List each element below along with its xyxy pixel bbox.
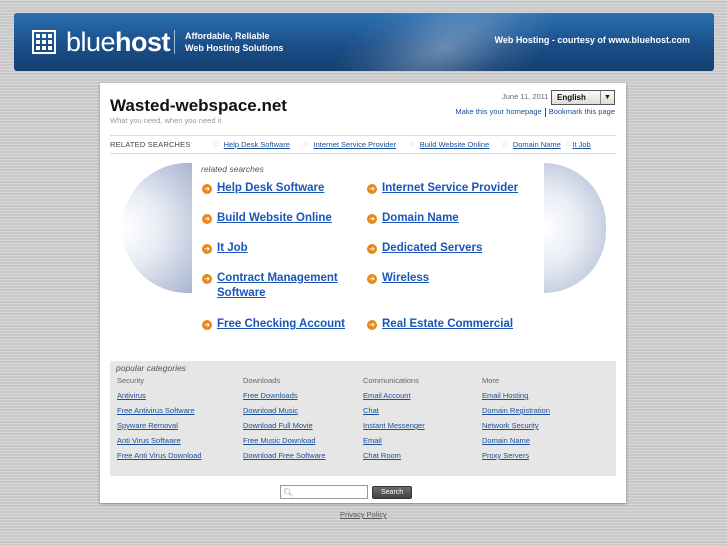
related-search-link[interactable]: Dedicated Servers — [382, 241, 482, 256]
related-searches-bar: RELATED SEARCHES □ Help Desk Software □ … — [110, 135, 616, 154]
category-link[interactable]: Chat — [363, 406, 425, 421]
category-link[interactable]: Download Music — [243, 406, 326, 421]
column-heading: More — [482, 376, 500, 385]
category-link[interactable]: Spyware Removal — [117, 421, 202, 436]
arrow-right-circle-icon: ➜ — [202, 274, 212, 284]
popular-categories: popular categories Security Antivirus Fr… — [110, 361, 616, 476]
category-link[interactable]: Free Music Download — [243, 436, 326, 451]
arrow-right-circle-icon: ➜ — [367, 184, 377, 194]
related-search-link[interactable]: Domain Name — [382, 211, 459, 226]
column-heading: Security — [117, 376, 145, 385]
popular-column-security: Security Antivirus Free Antivirus Softwa… — [117, 376, 202, 466]
language-value: English — [557, 93, 586, 102]
related-search-link[interactable]: Contract Management Software — [217, 271, 338, 301]
bluehost-logo[interactable]: bluehost — [32, 27, 171, 57]
category-link[interactable]: Email Hosting — [482, 391, 550, 406]
category-link[interactable]: Network Security — [482, 421, 550, 436]
related-search-item[interactable]: ➜ Contract Management Software — [202, 271, 338, 301]
date-text: June 11, 2011 — [502, 92, 549, 101]
arrow-right-circle-icon: ➜ — [202, 184, 212, 194]
category-link[interactable]: Antivirus — [117, 391, 202, 406]
related-bar-label: RELATED SEARCHES — [110, 140, 191, 149]
category-link[interactable]: Free Antivirus Software — [117, 406, 202, 421]
related-search-link[interactable]: Free Checking Account — [217, 317, 345, 332]
popular-column-downloads: Downloads Free Downloads Download Music … — [243, 376, 326, 466]
bluehost-banner: bluehost Affordable, Reliable Web Hostin… — [14, 13, 714, 71]
arrow-right-circle-icon: ➜ — [202, 244, 212, 254]
decorative-orb-left — [122, 163, 192, 293]
related-search-item[interactable]: ➜ Free Checking Account — [202, 317, 345, 332]
related-search-link[interactable]: Wireless — [382, 271, 429, 286]
related-search-item[interactable]: ➜ Build Website Online — [202, 211, 332, 226]
arrow-right-circle-icon: ➜ — [367, 214, 377, 224]
related-search-item[interactable]: ➜ It Job — [202, 241, 248, 256]
column-heading: Downloads — [243, 376, 281, 385]
related-search-link[interactable]: Internet Service Provider — [382, 181, 518, 196]
category-link[interactable]: Download Free Software — [243, 451, 326, 466]
bullet-icon: □ — [503, 141, 507, 148]
bullet-icon: □ — [410, 141, 414, 148]
tagline: Affordable, Reliable Web Hosting Solutio… — [174, 30, 283, 54]
arrow-right-circle-icon: ➜ — [367, 274, 377, 284]
related-search-item[interactable]: ➜ Real Estate Commercial — [367, 317, 513, 332]
dropdown-arrow-icon: ▼ — [600, 91, 614, 104]
category-link[interactable]: Download Full Movie — [243, 421, 326, 436]
magnifier-icon: 🔍︎ — [283, 487, 294, 497]
popular-column-communications: Communications Email Account Chat Instan… — [363, 376, 425, 466]
courtesy-text: Web Hosting - courtesy of www.bluehost.c… — [494, 35, 690, 45]
related-search-item[interactable]: ➜ Wireless — [367, 271, 429, 286]
search-button[interactable]: Search — [372, 485, 413, 499]
related-search-item[interactable]: ➜ Domain Name — [367, 211, 459, 226]
tagline-line1: Affordable, Reliable — [185, 31, 270, 41]
related-bar-link[interactable]: Build Website Online — [420, 140, 489, 149]
related-search-link[interactable]: Build Website Online — [217, 211, 332, 226]
popular-column-more: More Email Hosting Domain Registration N… — [482, 376, 550, 466]
category-link[interactable]: Anti Virus Software — [117, 436, 202, 451]
category-link[interactable]: Chat Room — [363, 451, 425, 466]
bullet-icon: □ — [566, 141, 571, 148]
related-search-item[interactable]: ➜ Help Desk Software — [202, 181, 324, 196]
site-title: Wasted-webspace.net — [110, 96, 287, 115]
category-link[interactable]: Email — [363, 436, 425, 451]
link-separator — [544, 107, 546, 117]
decorative-orb-right — [544, 163, 606, 293]
logo-grid-icon — [32, 30, 56, 54]
arrow-right-circle-icon: ➜ — [202, 320, 212, 330]
related-bar-link[interactable]: Internet Service Provider — [314, 140, 397, 149]
category-link[interactable]: Instant Messenger — [363, 421, 425, 436]
category-link[interactable]: Free Anti Virus Download — [117, 451, 202, 466]
related-search-item[interactable]: ➜ Dedicated Servers — [367, 241, 482, 256]
column-heading: Communications — [363, 376, 419, 385]
related-search-item[interactable]: ➜ Internet Service Provider — [367, 181, 518, 196]
privacy-policy-link[interactable]: Privacy Policy — [340, 510, 387, 519]
related-search-link[interactable]: Real Estate Commercial — [382, 317, 513, 332]
category-link[interactable]: Proxy Servers — [482, 451, 550, 466]
bullet-icon: □ — [214, 141, 218, 148]
popular-title: popular categories — [116, 363, 186, 373]
tagline-line2: Web Hosting Solutions — [185, 43, 284, 53]
related-bar-link[interactable]: It Job — [572, 140, 590, 149]
search-form: 🔍︎ Search — [280, 485, 413, 499]
arrow-right-circle-icon: ➜ — [367, 320, 377, 330]
category-link[interactable]: Domain Registration — [482, 406, 550, 421]
site-subtitle: What you need, when you need it — [110, 116, 222, 125]
arrow-right-circle-icon: ➜ — [202, 214, 212, 224]
bullet-icon: □ — [303, 141, 308, 148]
arrow-right-circle-icon: ➜ — [367, 244, 377, 254]
related-search-link[interactable]: It Job — [217, 241, 248, 256]
category-link[interactable]: Email Account — [363, 391, 425, 406]
make-homepage-link[interactable]: Make this your homepage — [455, 107, 541, 116]
related-search-link[interactable]: Help Desk Software — [217, 181, 324, 196]
category-link[interactable]: Domain Name — [482, 436, 550, 451]
logo-text: bluehost — [66, 27, 171, 57]
bookmark-link[interactable]: Bookmark this page — [549, 107, 615, 116]
category-link[interactable]: Free Downloads — [243, 391, 326, 406]
related-bar-link[interactable]: Domain Name — [513, 140, 561, 149]
related-searches-label: related searches — [201, 164, 264, 174]
parked-page-panel: Wasted-webspace.net What you need, when … — [100, 83, 626, 503]
top-links: Make this your homepage Bookmark this pag… — [455, 107, 615, 117]
search-input[interactable]: 🔍︎ — [280, 485, 368, 499]
language-select[interactable]: English ▼ — [551, 90, 615, 105]
related-bar-link[interactable]: Help Desk Software — [224, 140, 290, 149]
